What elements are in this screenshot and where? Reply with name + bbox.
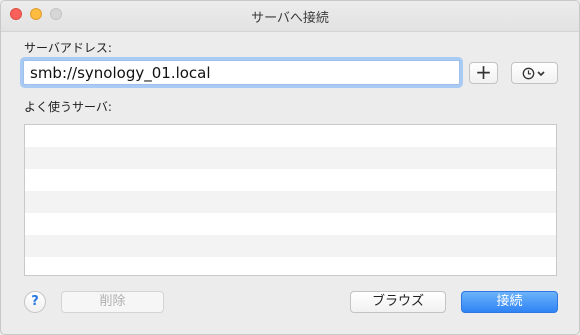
chevron-down-icon: [537, 71, 545, 77]
delete-button[interactable]: 削除: [61, 291, 164, 313]
recent-servers-button[interactable]: [511, 62, 558, 84]
clock-icon: [522, 67, 545, 80]
list-row[interactable]: [25, 125, 556, 147]
favorite-servers-list[interactable]: [24, 124, 557, 276]
connect-button[interactable]: 接続: [461, 291, 558, 313]
plus-icon: +: [475, 60, 492, 84]
server-address-input[interactable]: [23, 60, 460, 85]
server-address-label: サーバアドレス:: [24, 41, 112, 55]
list-row[interactable]: [25, 147, 556, 169]
title-bar: サーバへ接続: [1, 1, 579, 32]
browse-button[interactable]: ブラウズ: [350, 291, 446, 313]
help-button[interactable]: ?: [24, 291, 46, 313]
add-favorite-button[interactable]: +: [469, 62, 498, 84]
help-icon: ?: [31, 294, 39, 309]
list-row[interactable]: [25, 191, 556, 213]
list-row[interactable]: [25, 213, 556, 235]
list-row[interactable]: [25, 235, 556, 257]
connect-to-server-window: サーバへ接続 サーバアドレス: + よく使うサーバ: ? 削除 ブラウズ 接続: [0, 0, 580, 335]
favorite-servers-label: よく使うサーバ:: [24, 100, 112, 114]
list-row[interactable]: [25, 169, 556, 191]
list-row[interactable]: [25, 257, 556, 279]
window-title: サーバへ接続: [251, 11, 329, 26]
